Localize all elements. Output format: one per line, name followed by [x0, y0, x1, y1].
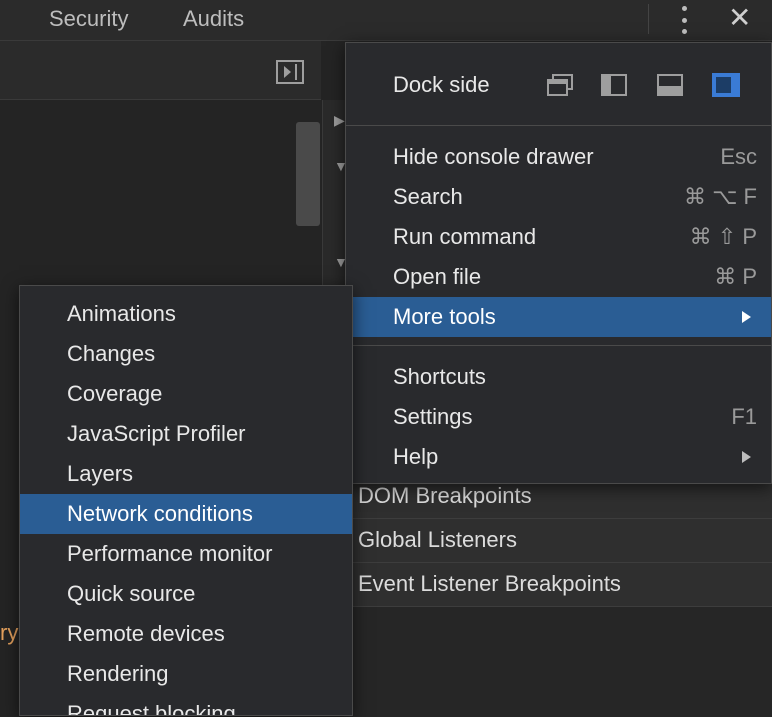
submenu-item-label: Performance monitor: [67, 541, 273, 566]
pane-global-listeners[interactable]: Global Listeners: [344, 518, 772, 563]
devtools-tab-bar: Security Audits ✕: [0, 0, 772, 41]
pane-event-listener-breakpoints[interactable]: Event Listener Breakpoints: [344, 562, 772, 607]
submenu-item-network-conditions[interactable]: Network conditions: [20, 494, 352, 534]
scrollbar-thumb[interactable]: [296, 122, 320, 226]
submenu-item-label: Network conditions: [67, 501, 253, 526]
pane-title: Global Listeners: [358, 527, 517, 552]
pane-title: DOM Breakpoints: [358, 483, 532, 508]
submenu-item-label: Quick source: [67, 581, 196, 606]
menu-item-shortcut: Esc: [720, 144, 757, 169]
submenu-item-performance-monitor[interactable]: Performance monitor: [20, 534, 352, 574]
pane-title: Event Listener Breakpoints: [358, 571, 621, 596]
submenu-item-request-blocking[interactable]: Request blocking: [20, 694, 352, 716]
customize-devtools-menu: Dock side Hide console drawer Esc Search…: [345, 42, 772, 484]
menu-item-open-file[interactable]: Open file ⌘ P: [346, 257, 771, 297]
submenu-item-layers[interactable]: Layers: [20, 454, 352, 494]
submenu-item-label: Animations: [67, 301, 176, 326]
dock-side-row: Dock side: [346, 43, 771, 125]
menu-item-label: More tools: [393, 304, 496, 329]
menu-item-help[interactable]: Help: [346, 437, 771, 477]
submenu-arrow-icon: [742, 311, 751, 323]
menu-item-label: Shortcuts: [393, 364, 486, 389]
dock-bottom-icon[interactable]: [656, 73, 684, 97]
menu-item-settings[interactable]: Settings F1: [346, 397, 771, 437]
menu-item-more-tools[interactable]: More tools: [346, 297, 771, 337]
submenu-item-label: Changes: [67, 341, 156, 366]
submenu-item-javascript-profiler[interactable]: JavaScript Profiler: [20, 414, 352, 454]
submenu-item-label: Request blocking: [67, 701, 236, 716]
menu-item-shortcut: F1: [731, 404, 757, 429]
menu-item-run-command[interactable]: Run command ⌘ ⇧ P: [346, 217, 771, 257]
submenu-item-remote-devices[interactable]: Remote devices: [20, 614, 352, 654]
toggle-sidebar-icon[interactable]: [276, 60, 304, 84]
menu-item-shortcut: ⌘ ⇧ P: [689, 224, 757, 249]
menu-separator: [346, 345, 771, 346]
menu-item-hide-console-drawer[interactable]: Hide console drawer Esc: [346, 137, 771, 177]
dock-right-icon[interactable]: [712, 73, 740, 97]
close-icon[interactable]: ✕: [728, 4, 751, 32]
menu-item-label: Hide console drawer: [393, 144, 594, 169]
kebab-menu-icon[interactable]: [674, 6, 694, 34]
menu-item-label: Settings: [393, 404, 473, 429]
tab-audits[interactable]: Audits: [183, 6, 244, 32]
expand-arrow-icon[interactable]: ▶: [334, 112, 345, 129]
menu-item-label: Open file: [393, 264, 482, 289]
menu-item-shortcuts[interactable]: Shortcuts: [346, 357, 771, 397]
more-tools-submenu: Animations Changes Coverage JavaScript P…: [19, 285, 353, 716]
undock-icon[interactable]: [546, 73, 574, 97]
menu-separator: [346, 125, 771, 126]
dock-side-label: Dock side: [393, 72, 490, 97]
submenu-item-rendering[interactable]: Rendering: [20, 654, 352, 694]
submenu-item-label: Layers: [67, 461, 134, 486]
menu-item-label: Search: [393, 184, 463, 209]
submenu-item-label: Remote devices: [67, 621, 225, 646]
submenu-item-label: Coverage: [67, 381, 163, 406]
submenu-item-changes[interactable]: Changes: [20, 334, 352, 374]
menu-item-label: Help: [393, 444, 439, 469]
menu-item-label: Run command: [393, 224, 537, 249]
menu-item-shortcut: ⌘ P: [714, 264, 757, 289]
dock-left-icon[interactable]: [600, 73, 628, 97]
tab-security[interactable]: Security: [49, 6, 128, 32]
code-text-fragment: ry: [0, 620, 19, 645]
submenu-item-label: Rendering: [67, 661, 169, 686]
menu-item-shortcut: ⌘ ⌥ F: [683, 184, 757, 209]
pane-content: [344, 606, 772, 717]
submenu-item-quick-source[interactable]: Quick source: [20, 574, 352, 614]
submenu-item-label: JavaScript Profiler: [67, 421, 246, 446]
menu-item-search[interactable]: Search ⌘ ⌥ F: [346, 177, 771, 217]
submenu-item-coverage[interactable]: Coverage: [20, 374, 352, 414]
toolbar-divider: [648, 4, 649, 34]
submenu-item-animations[interactable]: Animations: [20, 294, 352, 334]
sources-toolbar: [0, 41, 321, 100]
submenu-arrow-icon: [742, 451, 751, 463]
